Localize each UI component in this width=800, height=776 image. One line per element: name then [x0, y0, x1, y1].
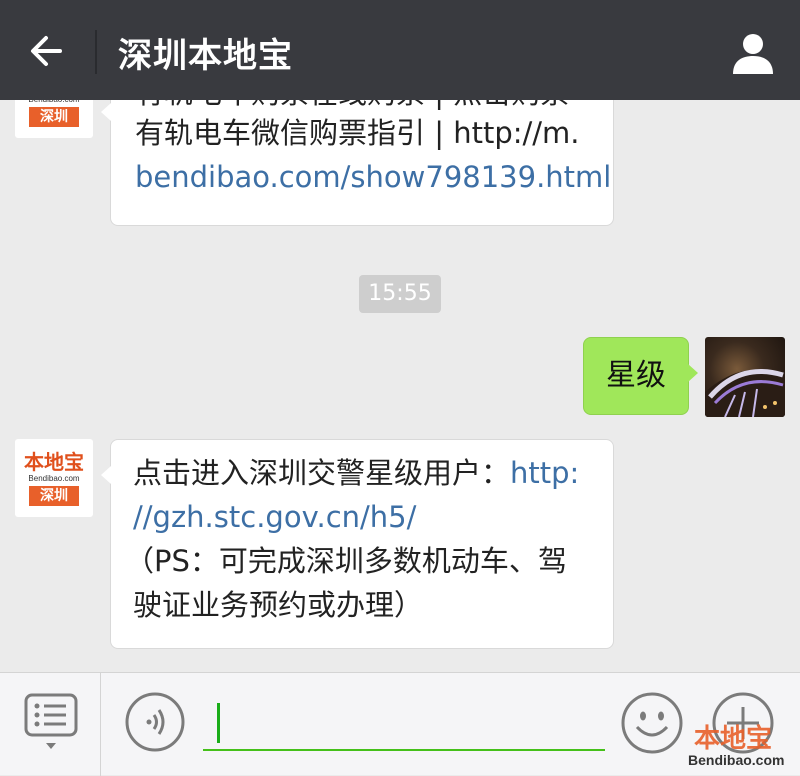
- emoji-button[interactable]: [620, 691, 684, 755]
- message-text: 驶证业务预约或办理）: [133, 588, 424, 622]
- message-bubble[interactable]: 点击进入深圳交警星级用户：http: //gzh.stc.gov.cn/h5/ …: [101, 439, 614, 649]
- brand-avatar[interactable]: 本地宝 Bendibao.com 深圳: [15, 439, 93, 517]
- message-text: 点击进入深圳交警星级用户：: [133, 456, 511, 490]
- brand-logo-url: Bendibao.com: [15, 100, 93, 104]
- message-text: 有轨电车购票在线购票 | 点击购票: [135, 100, 569, 110]
- message-text: （PS：可完成深圳多数机动车、驾: [125, 544, 567, 578]
- message-line: 点击进入深圳交警星级用户：http:: [133, 451, 613, 495]
- brand-logo-city: 深圳: [29, 107, 79, 127]
- message-line: 有轨电车购票在线购票 | 点击购票: [135, 100, 613, 111]
- watermark-logo: 本地宝: [694, 724, 773, 754]
- brand-avatar[interactable]: 本地宝 Bendibao.com 深圳: [15, 100, 93, 138]
- back-button[interactable]: [22, 26, 72, 76]
- voice-button[interactable]: [124, 691, 186, 753]
- emoji-icon: [621, 692, 683, 754]
- person-icon: [733, 34, 773, 74]
- message-link[interactable]: //gzh.stc.gov.cn/h5/: [133, 495, 613, 539]
- chat-area[interactable]: 本地宝 Bendibao.com 深圳 有轨电车购票在线购票 | 点击购票 有轨…: [0, 100, 800, 672]
- profile-button[interactable]: [730, 30, 776, 76]
- timestamp: 15:55: [359, 275, 441, 313]
- chat-title: 深圳本地宝: [118, 36, 293, 76]
- input-divider: [100, 673, 101, 776]
- sent-message-text: 星级: [606, 358, 666, 393]
- user-avatar[interactable]: [705, 337, 785, 417]
- brand-logo-city: 深圳: [29, 486, 79, 506]
- message-link[interactable]: http:: [510, 456, 579, 490]
- brand-logo-url: Bendibao.com: [28, 474, 80, 483]
- title-divider: [95, 30, 97, 74]
- menu-button[interactable]: [22, 691, 80, 753]
- message-input[interactable]: [203, 697, 605, 751]
- arrow-left-icon: [31, 36, 62, 66]
- bendibao-watermark: 本地宝 Bendibao.com: [688, 718, 798, 774]
- sent-message-bubble[interactable]: 星级: [583, 337, 698, 415]
- watermark-url: Bendibao.com: [688, 752, 785, 768]
- stadium-photo: [705, 369, 785, 417]
- message-text: 有轨电车微信购票指引 | http://m.: [135, 116, 580, 150]
- menu-list-icon: [24, 693, 78, 749]
- input-bar: [0, 672, 800, 776]
- message-link-text: bendibao.com/show798139.html: [135, 160, 612, 194]
- message-link[interactable]: bendibao.com/show798139.html: [135, 155, 613, 199]
- title-bar: 深圳本地宝: [0, 0, 800, 100]
- brand-logo-text: 本地宝: [24, 450, 84, 474]
- text-caret: [217, 703, 220, 743]
- voice-icon: [125, 692, 185, 752]
- message-bubble[interactable]: 有轨电车购票在线购票 | 点击购票 有轨电车微信购票指引 | http://m.…: [101, 100, 614, 226]
- message-line: 有轨电车微信购票指引 | http://m.: [135, 111, 613, 155]
